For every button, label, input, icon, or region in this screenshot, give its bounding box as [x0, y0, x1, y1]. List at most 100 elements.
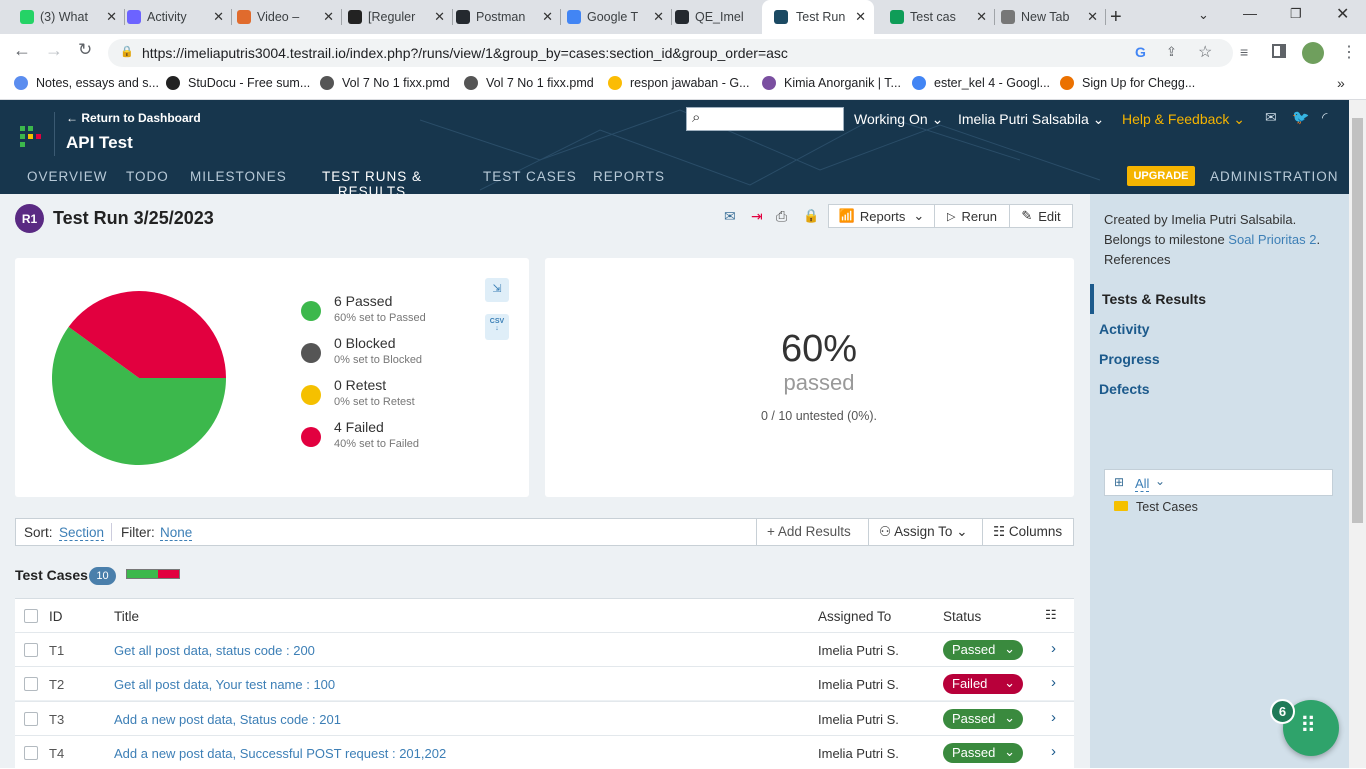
- scrollbar[interactable]: [1349, 100, 1366, 768]
- chevron-right-icon[interactable]: ›: [1051, 674, 1056, 691]
- google-icon[interactable]: G: [1135, 44, 1146, 60]
- status-dropdown[interactable]: Passed ⌄: [943, 640, 1023, 660]
- tree-filter-box[interactable]: ⊞ All ⌄: [1104, 469, 1333, 496]
- bookmark-star-icon[interactable]: ☆: [1198, 42, 1212, 62]
- select-all-checkbox[interactable]: [24, 609, 38, 623]
- tab-9[interactable]: Test cas ✕: [890, 0, 995, 34]
- nav-tab-overview[interactable]: OVERVIEW: [27, 169, 108, 184]
- reading-list-icon[interactable]: ≡: [1240, 44, 1248, 60]
- share-icon[interactable]: ⇪: [1166, 44, 1177, 60]
- export-image-icon[interactable]: ⇲: [485, 278, 509, 302]
- scrollbar-thumb[interactable]: [1352, 118, 1363, 523]
- col-title[interactable]: Title: [114, 609, 139, 624]
- lock-run-icon[interactable]: 🔒: [803, 208, 819, 224]
- tab-search-icon[interactable]: ⌄: [1198, 7, 1209, 23]
- col-status[interactable]: Status: [943, 609, 981, 624]
- reload-icon[interactable]: ↻: [78, 40, 92, 60]
- rerun-button[interactable]: ▷ Rerun: [934, 204, 1010, 228]
- sidebar-item-defects[interactable]: Defects: [1099, 381, 1150, 397]
- col-assigned-to[interactable]: Assigned To: [818, 609, 891, 624]
- bookmark-item[interactable]: Vol 7 No 1 fixx.pmd: [464, 76, 594, 90]
- status-dropdown[interactable]: Passed ⌄: [943, 742, 1023, 763]
- nav-tab-todo[interactable]: TODO: [126, 169, 169, 184]
- tab-6[interactable]: Google T ✕: [567, 0, 672, 34]
- tab-4[interactable]: [Reguler ✕: [348, 0, 453, 34]
- back-icon[interactable]: ←: [13, 40, 31, 61]
- twitter-icon[interactable]: 🐦: [1292, 109, 1309, 126]
- table-row[interactable]: T3 Add a new post data, Status code : 201…: [15, 700, 1074, 735]
- user-menu-dropdown[interactable]: Imelia Putri Salsabila ⌄: [958, 111, 1104, 128]
- bookmark-item[interactable]: Notes, essays and s...: [14, 76, 159, 90]
- close-icon[interactable]: ✕: [653, 9, 664, 25]
- sidebar-item-tests-results[interactable]: Tests & Results: [1102, 291, 1206, 307]
- close-icon[interactable]: ✕: [213, 9, 224, 25]
- tab-1[interactable]: (3) What ✕: [20, 0, 125, 34]
- table-row[interactable]: T4 Add a new post data, Successful POST r…: [15, 734, 1074, 769]
- row-checkbox[interactable]: [24, 643, 38, 657]
- row-title-link[interactable]: Add a new post data, Status code : 201: [114, 712, 341, 727]
- tab-2[interactable]: Activity ✕: [127, 0, 232, 34]
- export-csv-icon[interactable]: CSV ↓: [485, 314, 509, 340]
- search-input[interactable]: ⌕: [686, 107, 844, 131]
- close-icon[interactable]: ✕: [855, 9, 866, 25]
- bookmark-item[interactable]: StuDocu - Free sum...: [166, 76, 310, 90]
- close-icon[interactable]: ✕: [434, 9, 445, 25]
- row-checkbox[interactable]: [24, 711, 38, 726]
- status-dropdown[interactable]: Failed ⌄: [943, 674, 1023, 695]
- nav-tab-reports[interactable]: REPORTS: [593, 169, 665, 184]
- tab-10[interactable]: New Tab ✕: [1001, 0, 1106, 34]
- app-logo-icon[interactable]: [20, 126, 42, 148]
- col-id[interactable]: ID: [49, 609, 63, 624]
- chrome-menu-icon[interactable]: ⋮: [1341, 42, 1357, 62]
- table-row[interactable]: T1 Get all post data, status code : 200 Im…: [15, 632, 1074, 666]
- chevron-right-icon[interactable]: ›: [1051, 743, 1056, 760]
- columns-button[interactable]: ☷ Columns: [982, 519, 1074, 545]
- nav-tab-test-cases[interactable]: TEST CASES: [483, 169, 577, 184]
- minimize-button[interactable]: —: [1243, 5, 1257, 21]
- filter-none-link[interactable]: None: [160, 525, 193, 541]
- close-icon[interactable]: ✕: [976, 9, 987, 25]
- add-results-button[interactable]: + Add Results: [756, 519, 869, 545]
- row-checkbox[interactable]: [24, 677, 38, 692]
- help-feedback-dropdown[interactable]: Help & Feedback ⌄: [1122, 111, 1245, 128]
- row-title-link[interactable]: Get all post data, status code : 200: [114, 643, 315, 658]
- bookmark-item[interactable]: Sign Up for Chegg...: [1060, 76, 1195, 90]
- more-bookmarks-icon[interactable]: »: [1337, 75, 1345, 91]
- sort-section-link[interactable]: Section: [59, 525, 105, 541]
- sidebar-item-activity[interactable]: Activity: [1099, 321, 1150, 337]
- bookmark-item[interactable]: ester_kel 4 - Googl...: [912, 76, 1050, 90]
- edit-button[interactable]: ✎ Edit: [1009, 204, 1073, 228]
- tree-item-test-cases[interactable]: Test Cases: [1114, 500, 1198, 514]
- maximize-button[interactable]: ❐: [1290, 6, 1302, 22]
- tab-5[interactable]: Postman ✕: [456, 0, 561, 34]
- milestone-link[interactable]: Soal Prioritas 2: [1228, 232, 1316, 247]
- row-title-link[interactable]: Get all post data, Your test name : 100: [114, 677, 335, 692]
- forward-icon[interactable]: →: [45, 40, 63, 61]
- mail-icon[interactable]: ✉: [1265, 109, 1277, 126]
- side-panel-icon[interactable]: [1272, 44, 1286, 58]
- assign-to-dropdown[interactable]: ⚇ Assign To ⌄: [868, 519, 983, 545]
- close-icon[interactable]: ✕: [1087, 9, 1098, 25]
- bookmark-item[interactable]: Vol 7 No 1 fixx.pmd: [320, 76, 450, 90]
- close-icon[interactable]: ✕: [542, 9, 553, 25]
- status-dropdown[interactable]: Passed ⌄: [943, 708, 1023, 729]
- avatar[interactable]: [1302, 42, 1324, 64]
- new-tab-button[interactable]: +: [1110, 6, 1122, 29]
- tree-filter-all[interactable]: All: [1135, 476, 1150, 492]
- tab-3[interactable]: Video – ✕: [237, 0, 342, 34]
- export-icon[interactable]: ⇥: [751, 208, 763, 225]
- close-icon[interactable]: ✕: [323, 9, 334, 25]
- column-settings-icon[interactable]: ☷: [1045, 607, 1057, 623]
- chevron-right-icon[interactable]: ›: [1051, 709, 1056, 726]
- upgrade-button[interactable]: UPGRADE: [1127, 166, 1195, 186]
- email-check-icon[interactable]: ✉: [724, 208, 736, 225]
- tab-8[interactable]: Test Run ✕: [762, 0, 874, 34]
- sidebar-item-progress[interactable]: Progress: [1099, 351, 1160, 367]
- chevron-right-icon[interactable]: ›: [1051, 640, 1056, 657]
- return-to-dashboard-link[interactable]: ← Return to Dashboard: [66, 111, 201, 125]
- bookmark-item[interactable]: Kimia Anorganik | T...: [762, 76, 901, 90]
- row-checkbox[interactable]: [24, 745, 38, 760]
- nav-tab-milestones[interactable]: MILESTONES: [190, 169, 287, 184]
- url-field[interactable]: 🔒 https://imeliaputris3004.testrail.io/i…: [108, 39, 1233, 67]
- bookmark-item[interactable]: respon jawaban - G...: [608, 76, 750, 90]
